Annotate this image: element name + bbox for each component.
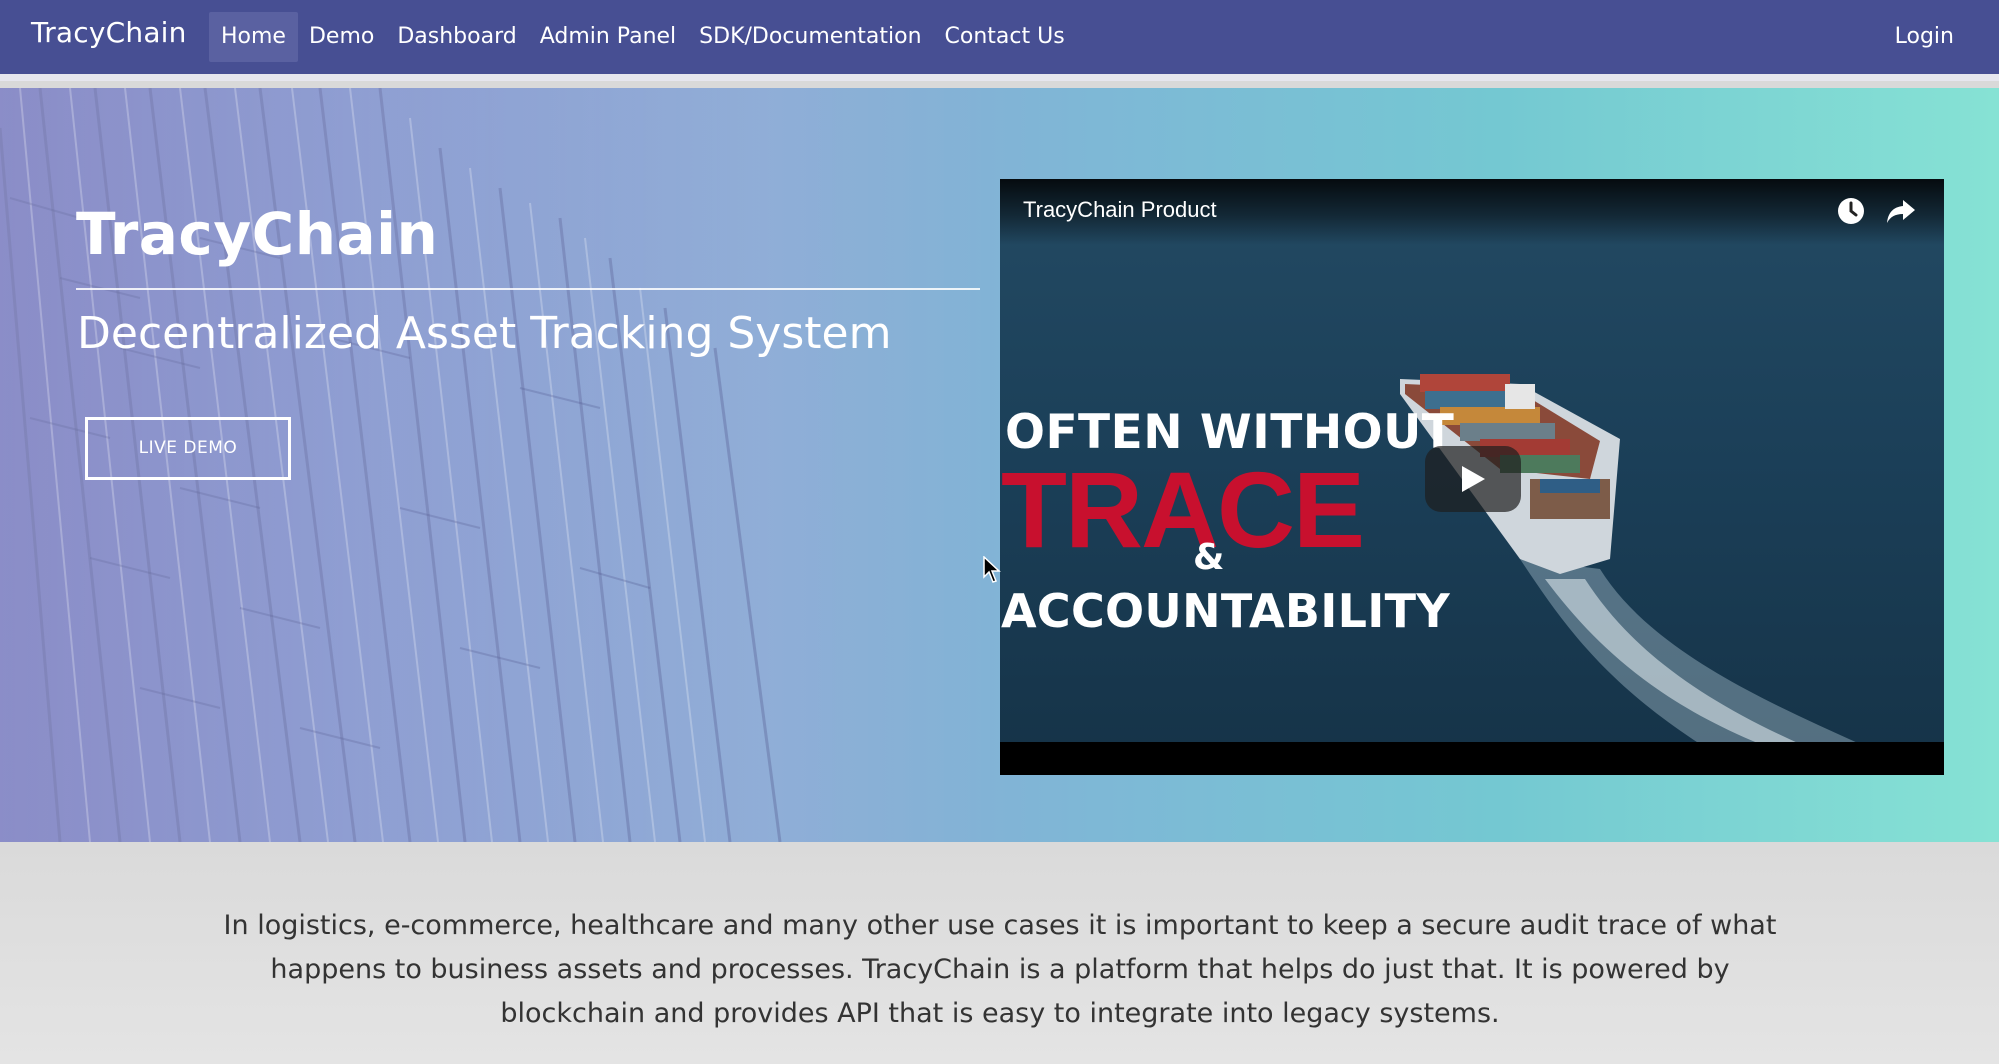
video-overlay-text-2: TRACE — [1001, 449, 1365, 570]
share-icon[interactable] — [1885, 196, 1917, 226]
play-icon — [1462, 466, 1485, 492]
play-button[interactable] — [1425, 446, 1521, 512]
brand-logo[interactable]: TracyChain — [31, 16, 187, 49]
video-player[interactable]: TracyChain Product OFTEN WITHOUT TRACE &… — [1000, 179, 1944, 775]
video-title[interactable]: TracyChain Product — [1023, 197, 1217, 223]
nav-demo[interactable]: Demo — [297, 12, 386, 62]
nav-dashboard[interactable]: Dashboard — [385, 12, 528, 62]
navbar: TracyChain Home Demo Dashboard Admin Pan… — [0, 0, 1999, 81]
nav-contact-us[interactable]: Contact Us — [933, 12, 1077, 62]
nav-home[interactable]: Home — [209, 12, 298, 62]
nav-links: Home Demo Dashboard Admin Panel SDK/Docu… — [209, 12, 1076, 62]
video-bottom-bar — [1000, 742, 1944, 775]
hero-divider — [76, 288, 980, 290]
about-text: In logistics, e-commerce, healthcare and… — [223, 910, 1777, 1029]
video-overlay-text-4: ACCOUNTABILITY — [1001, 584, 1450, 638]
live-demo-button[interactable]: LIVE DEMO — [85, 417, 291, 480]
nav-admin-panel[interactable]: Admin Panel — [528, 12, 688, 62]
login-link[interactable]: Login — [1895, 12, 1954, 62]
hero-title: TracyChain — [76, 200, 439, 268]
hero-subtitle: Decentralized Asset Tracking System — [77, 308, 892, 359]
video-header: TracyChain Product — [1000, 179, 1944, 245]
video-overlay-text-3: & — [1193, 537, 1225, 578]
about-section: In logistics, e-commerce, healthcare and… — [0, 842, 1999, 1064]
nav-sdk-documentation[interactable]: SDK/Documentation — [687, 12, 933, 62]
cursor-icon — [983, 556, 1001, 583]
clock-icon[interactable] — [1836, 196, 1866, 226]
